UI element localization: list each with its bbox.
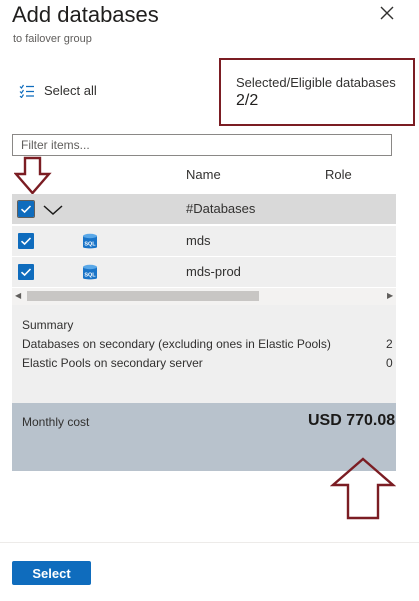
select-button[interactable]: Select: [12, 561, 91, 585]
column-header-name[interactable]: Name: [186, 167, 221, 182]
summary-title: Summary: [22, 318, 74, 332]
summary-item-label: Databases on secondary (excluding ones i…: [22, 337, 331, 351]
page-title: Add databases: [12, 2, 159, 27]
monthly-cost-value: USD 770.08: [308, 412, 396, 429]
scroll-right-icon[interactable]: ▶: [387, 291, 393, 301]
close-icon[interactable]: [378, 4, 396, 22]
sql-database-icon: SQL: [83, 264, 97, 280]
select-all-label: Select all: [44, 83, 97, 98]
table-row[interactable]: #Databases: [12, 194, 396, 224]
checkmark-icon: [20, 205, 32, 214]
row-checkbox[interactable]: [18, 233, 34, 249]
monthly-cost-label: Monthly cost: [22, 415, 90, 429]
scrollbar-thumb[interactable]: [27, 291, 259, 301]
footer-divider: [0, 542, 419, 543]
database-name: #Databases: [186, 201, 256, 216]
selected-count-label: Selected/Eligible databases: [236, 75, 396, 90]
database-name: mds: [186, 233, 211, 248]
row-checkbox[interactable]: [17, 200, 35, 218]
horizontal-scrollbar[interactable]: ◀ ▶: [12, 288, 396, 305]
summary-item-value: 2: [386, 337, 393, 351]
sql-icon-text: SQL: [84, 242, 96, 248]
filter-input[interactable]: [12, 134, 392, 156]
checkmark-icon: [20, 268, 32, 277]
summary-item-value: 0: [386, 356, 393, 370]
checkmark-icon: [20, 237, 32, 246]
sql-icon-text: SQL: [84, 273, 96, 279]
summary-panel: Summary Databases on secondary (excludin…: [12, 305, 396, 403]
summary-item-label: Elastic Pools on secondary server: [22, 356, 203, 370]
sql-database-icon: SQL: [83, 233, 97, 249]
database-name: mds-prod: [186, 264, 241, 279]
scroll-left-icon[interactable]: ◀: [15, 291, 21, 301]
table-row[interactable]: SQL mds-prod: [12, 257, 396, 287]
chevron-down-icon[interactable]: [42, 204, 64, 216]
page-subtitle: to failover group: [13, 33, 92, 45]
monthly-cost-panel: Monthly cost USD 770.08: [12, 403, 396, 471]
selected-count-value: 2/2: [236, 92, 259, 109]
column-header-role[interactable]: Role: [325, 167, 352, 182]
table-row[interactable]: SQL mds: [12, 226, 396, 256]
down-arrow-annotation: [14, 156, 52, 195]
select-all-button[interactable]: Select all: [19, 83, 97, 98]
row-checkbox[interactable]: [18, 264, 34, 280]
checklist-icon: [19, 84, 34, 98]
